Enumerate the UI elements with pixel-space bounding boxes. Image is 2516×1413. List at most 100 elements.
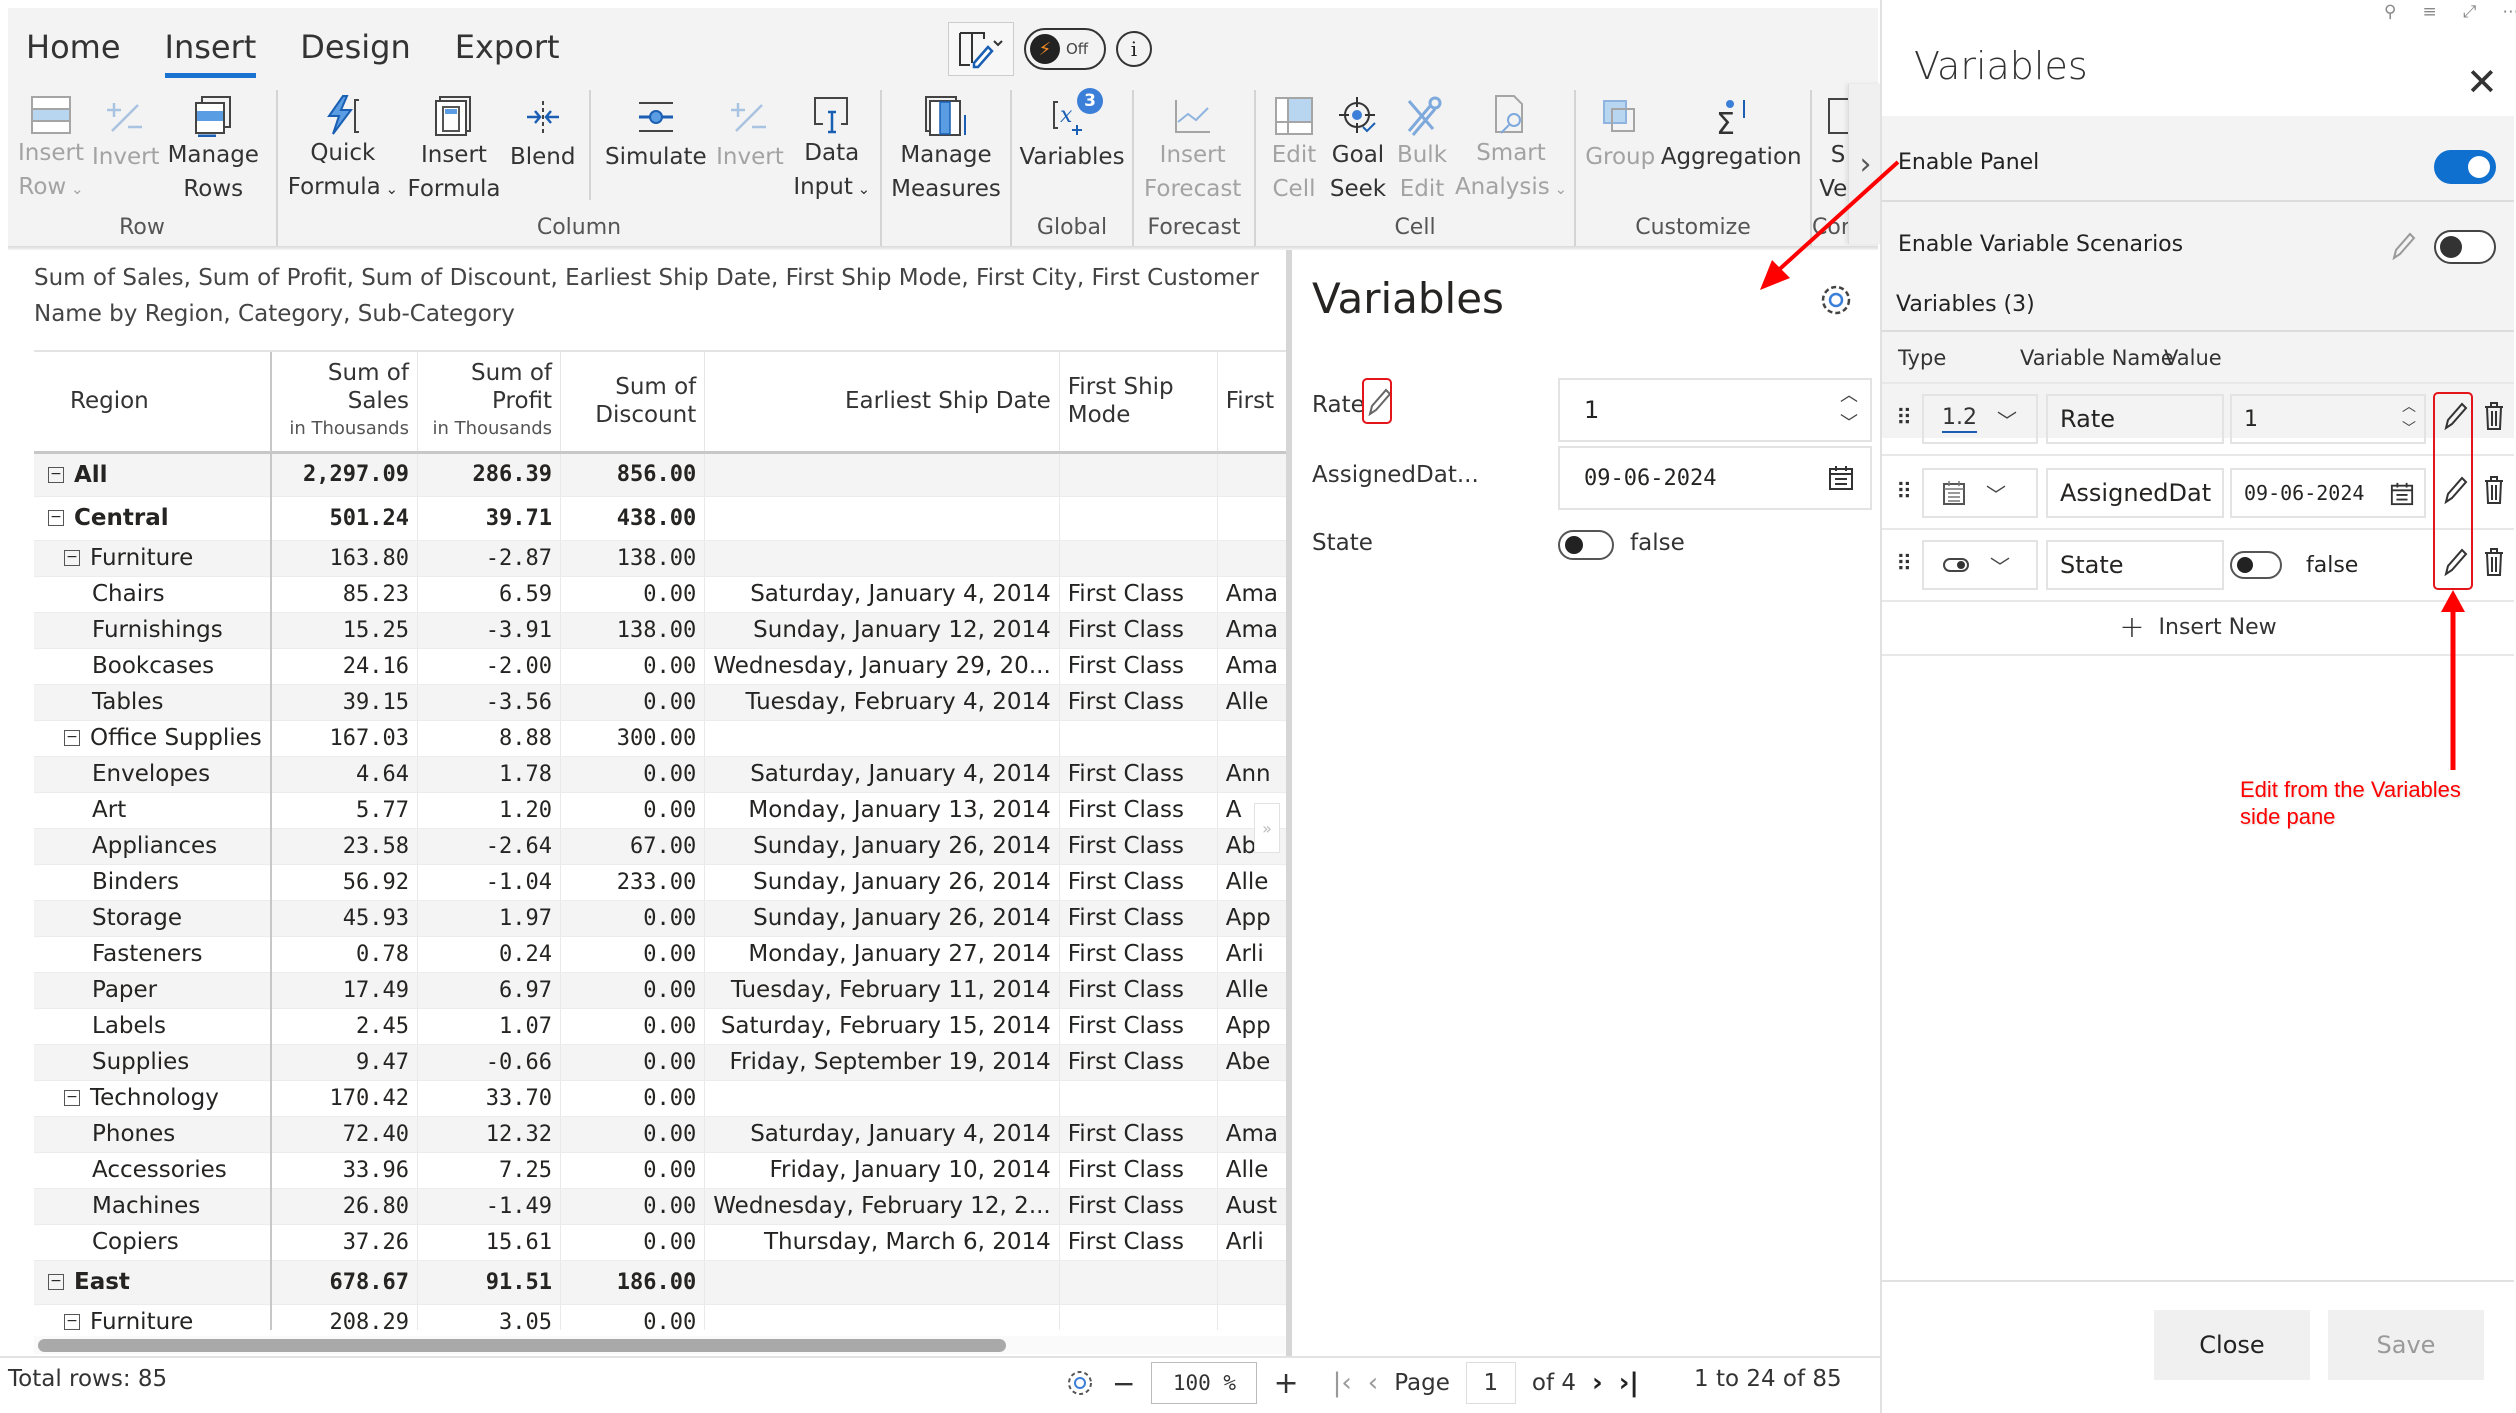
- delete-trash-icon[interactable]: [2482, 546, 2506, 578]
- zoom-out-button[interactable]: −: [1112, 1367, 1135, 1400]
- spin-down-icon[interactable]: ﹀: [2402, 418, 2416, 440]
- row-label-cell[interactable]: Paper: [34, 972, 272, 1009]
- invert-column-button[interactable]: Invert: [712, 90, 787, 206]
- tab-design[interactable]: Design: [300, 28, 410, 76]
- info-icon[interactable]: i: [1116, 31, 1152, 67]
- row-label-cell[interactable]: Copiers: [34, 1224, 272, 1261]
- sales-cell[interactable]: 85.23: [270, 576, 418, 613]
- table-row[interactable]: − Furniture 208.29 3.05 0.00: [34, 1304, 1286, 1330]
- table-row[interactable]: Tables 39.15 -3.56 0.00 Tuesday, February 4,…: [34, 684, 1286, 721]
- last-page-button[interactable]: ›|: [1619, 1368, 1639, 1398]
- settings-gear-icon[interactable]: [1064, 1367, 1096, 1399]
- smart-analysis-button[interactable]: Smart Analysis ⌄: [1454, 90, 1568, 206]
- sales-cell[interactable]: 0.78: [270, 936, 418, 973]
- ship-mode-cell[interactable]: [1059, 1304, 1218, 1330]
- spin-down-icon[interactable]: ﹀: [1840, 410, 1858, 438]
- row-label-cell[interactable]: Accessories: [34, 1152, 272, 1189]
- manage-measures-button[interactable]: Manage Measures: [888, 90, 1004, 206]
- discount-cell[interactable]: 0.00: [560, 756, 706, 793]
- table-row[interactable]: − East 678.67 91.51 186.00: [34, 1260, 1286, 1305]
- table-row[interactable]: Machines 26.80 -1.49 0.00 Wednesday, Februar…: [34, 1188, 1286, 1225]
- first-city-cell[interactable]: Ama: [1217, 612, 1286, 649]
- table-row[interactable]: Art 5.77 1.20 0.00 Monday, January 13, 2014 F…: [34, 792, 1286, 829]
- collapse-toggle-icon[interactable]: −: [48, 466, 64, 483]
- table-row[interactable]: − Central 501.24 39.71 438.00: [34, 496, 1286, 541]
- discount-cell[interactable]: 0.00: [560, 1116, 706, 1153]
- row-label-cell[interactable]: Art: [34, 792, 272, 829]
- row-label-cell[interactable]: Fasteners: [34, 936, 272, 973]
- profit-cell[interactable]: 1.07: [417, 1008, 562, 1045]
- discount-cell[interactable]: 0.00: [560, 1304, 706, 1330]
- discount-cell[interactable]: 0.00: [560, 1152, 706, 1189]
- sales-cell[interactable]: 23.58: [270, 828, 418, 865]
- close-icon[interactable]: ✕: [2466, 60, 2498, 104]
- row-label-cell[interactable]: − Technology: [34, 1080, 272, 1117]
- column-header-ship-mode[interactable]: First Ship Mode: [1059, 352, 1218, 454]
- table-row[interactable]: Labels 2.45 1.07 0.00 Saturday, February 15,…: [34, 1008, 1286, 1045]
- ship-mode-cell[interactable]: [1059, 540, 1218, 577]
- profit-cell[interactable]: 8.88: [417, 720, 562, 757]
- row-label-cell[interactable]: Machines: [34, 1188, 272, 1225]
- ship-date-cell[interactable]: [704, 452, 1060, 497]
- spin-up-icon[interactable]: ︿: [1840, 382, 1858, 410]
- ship-date-cell[interactable]: [704, 1260, 1060, 1305]
- collapse-toggle-icon[interactable]: −: [64, 1314, 80, 1330]
- focus-mode-icon[interactable]: ⤢: [2463, 2, 2477, 22]
- card-settings-gear-icon[interactable]: [1818, 282, 1854, 318]
- discount-cell[interactable]: 856.00: [560, 452, 706, 497]
- discount-cell[interactable]: 0.00: [560, 684, 706, 721]
- goal-seek-button[interactable]: Goal Seek: [1326, 90, 1390, 206]
- first-city-cell[interactable]: Alle: [1217, 972, 1286, 1009]
- discount-cell[interactable]: 138.00: [560, 540, 706, 577]
- table-row[interactable]: − Furniture 163.80 -2.87 138.00: [34, 540, 1286, 577]
- table-row[interactable]: Phones 72.40 12.32 0.00 Saturday, January 4,…: [34, 1116, 1286, 1153]
- spin-up-icon[interactable]: ︿: [2402, 396, 2416, 418]
- discount-cell[interactable]: 0.00: [560, 1224, 706, 1261]
- profit-cell[interactable]: 7.25: [417, 1152, 562, 1189]
- discount-cell[interactable]: 0.00: [560, 1008, 706, 1045]
- ship-mode-cell[interactable]: [1059, 1260, 1218, 1305]
- data-input-button[interactable]: Data Input ⌄: [790, 90, 874, 206]
- drag-handle-icon[interactable]: ⠿: [1896, 406, 1912, 431]
- row-label-cell[interactable]: − All: [34, 452, 272, 497]
- ship-date-cell[interactable]: [704, 1080, 1060, 1117]
- sales-cell[interactable]: 208.29: [270, 1304, 418, 1330]
- manage-rows-button[interactable]: Manage Rows: [164, 90, 263, 206]
- ribbon-scroll-right-button[interactable]: ›: [1848, 84, 1882, 244]
- collapse-toggle-icon[interactable]: −: [48, 510, 64, 526]
- discount-cell[interactable]: 0.00: [560, 792, 706, 829]
- zoom-in-button[interactable]: +: [1273, 1366, 1298, 1401]
- first-city-cell[interactable]: Alle: [1217, 1152, 1286, 1189]
- row-label-cell[interactable]: − Office Supplies: [34, 720, 272, 757]
- row-label-cell[interactable]: − Central: [34, 496, 272, 541]
- ship-date-cell[interactable]: Wednesday, February 12, 2...: [704, 1188, 1060, 1225]
- assigned-date-input[interactable]: 09-06-2024: [1558, 446, 1872, 510]
- profit-cell[interactable]: -3.91: [417, 612, 562, 649]
- drag-handle-icon[interactable]: ⠿: [1896, 480, 1912, 505]
- variable-value-input[interactable]: 09-06-2024: [2230, 468, 2426, 518]
- table-row[interactable]: Chairs 85.23 6.59 0.00 Saturday, January 4, …: [34, 576, 1286, 613]
- collapse-toggle-icon[interactable]: −: [48, 1274, 64, 1290]
- filter-icon[interactable]: ≡: [2422, 2, 2436, 22]
- ship-date-cell[interactable]: Sunday, January 26, 2014: [704, 828, 1060, 865]
- table-row[interactable]: Bookcases 24.16 -2.00 0.00 Wednesday, Januar…: [34, 648, 1286, 685]
- ship-date-cell[interactable]: Sunday, January 26, 2014: [704, 864, 1060, 901]
- column-header-profit[interactable]: Sum of Profit in Thousands: [417, 352, 562, 454]
- profit-cell[interactable]: -1.04: [417, 864, 562, 901]
- table-row[interactable]: − Office Supplies 167.03 8.88 300.00: [34, 720, 1286, 757]
- sales-cell[interactable]: 167.03: [270, 720, 418, 757]
- row-label-cell[interactable]: − Furniture: [34, 1304, 272, 1330]
- prev-page-button[interactable]: ‹: [1368, 1368, 1378, 1398]
- discount-cell[interactable]: 67.00: [560, 828, 706, 865]
- zoom-level-input[interactable]: 100 %: [1151, 1362, 1258, 1404]
- type-select[interactable]: ﹀: [1922, 540, 2038, 590]
- edit-mode-dropdown[interactable]: [948, 22, 1014, 76]
- collapse-toggle-icon[interactable]: −: [64, 550, 80, 566]
- insert-forecast-button[interactable]: Insert Forecast: [1140, 90, 1245, 206]
- profit-cell[interactable]: 6.59: [417, 576, 562, 613]
- row-label-cell[interactable]: Appliances: [34, 828, 272, 865]
- table-row[interactable]: Supplies 9.47 -0.66 0.00 Friday, September 1…: [34, 1044, 1286, 1081]
- more-options-icon[interactable]: ⋯: [2502, 2, 2516, 22]
- aggregation-button[interactable]: Σ Aggregation: [1658, 90, 1804, 206]
- first-city-cell[interactable]: Ann: [1217, 756, 1286, 793]
